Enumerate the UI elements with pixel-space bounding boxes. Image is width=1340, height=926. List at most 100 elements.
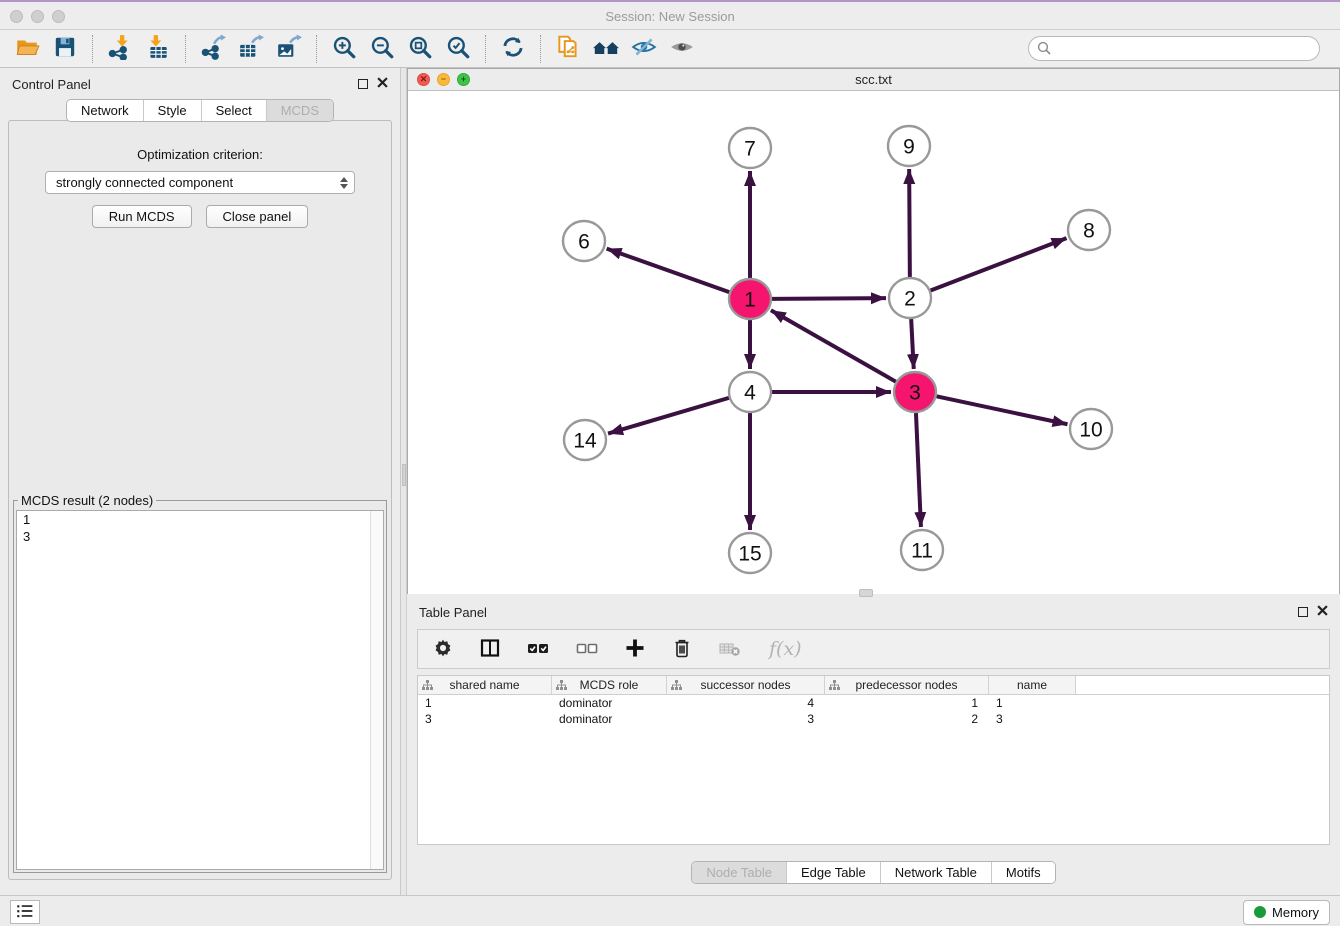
- table-settings-button[interactable]: [432, 637, 454, 662]
- graph-node-15[interactable]: 15: [729, 533, 771, 573]
- add-column-button[interactable]: [624, 637, 646, 662]
- close-table-panel-icon[interactable]: [1317, 603, 1328, 621]
- graph-node-7[interactable]: 7: [729, 128, 771, 168]
- table-cell[interactable]: 3: [418, 711, 552, 727]
- column-layout-button[interactable]: [479, 637, 501, 662]
- tab-style[interactable]: Style: [143, 100, 201, 121]
- graph-node-2[interactable]: 2: [889, 278, 931, 318]
- node-table[interactable]: shared nameMCDS rolesuccessor nodesprede…: [417, 675, 1330, 845]
- graph-edge-2-3[interactable]: [911, 319, 914, 369]
- graph-node-8[interactable]: 8: [1068, 210, 1110, 250]
- export-image-button[interactable]: [272, 34, 306, 64]
- table-cell[interactable]: 1: [825, 695, 989, 711]
- float-panel-icon[interactable]: [358, 79, 368, 89]
- column-header-predecessor-nodes[interactable]: predecessor nodes: [825, 676, 989, 694]
- export-network-button[interactable]: [196, 34, 230, 64]
- column-header-name[interactable]: name: [989, 676, 1076, 694]
- tab-network[interactable]: Network: [67, 100, 143, 121]
- tab-edge-table[interactable]: Edge Table: [786, 862, 880, 883]
- save-session-button[interactable]: [48, 34, 82, 64]
- result-scrollbar[interactable]: [370, 511, 383, 869]
- show-all-button[interactable]: [665, 34, 699, 64]
- run-mcds-button[interactable]: Run MCDS: [92, 205, 192, 228]
- select-all-checks-button[interactable]: [526, 637, 550, 662]
- table-cell[interactable]: 3: [667, 711, 825, 727]
- tab-mcds[interactable]: MCDS: [266, 100, 333, 121]
- float-table-panel-icon[interactable]: [1298, 607, 1308, 617]
- graph-edge-3-10[interactable]: [937, 396, 1068, 424]
- graph-edge-1-2[interactable]: [772, 298, 886, 299]
- table-cell[interactable]: 4: [667, 695, 825, 711]
- graph-edge-4-14[interactable]: [608, 398, 729, 434]
- graph-edge-2-8[interactable]: [931, 238, 1067, 290]
- zoom-selected-button[interactable]: [441, 34, 475, 64]
- column-header-shared-name[interactable]: shared name: [418, 676, 552, 694]
- graph-node-3[interactable]: 3: [894, 372, 936, 412]
- delete-column-button[interactable]: [671, 637, 693, 662]
- network-minimize-button[interactable]: −: [437, 73, 450, 86]
- graph-node-4[interactable]: 4: [729, 372, 771, 412]
- memory-button[interactable]: Memory: [1243, 900, 1330, 925]
- clone-network-button[interactable]: [551, 34, 585, 64]
- vertical-splitter[interactable]: [400, 68, 407, 895]
- import-table-button[interactable]: [141, 34, 175, 64]
- column-header-MCDS-role[interactable]: MCDS role: [552, 676, 667, 694]
- splitter-grip[interactable]: [402, 464, 406, 486]
- graph-edge-2-9[interactable]: [909, 169, 910, 277]
- graph-edge-3-1[interactable]: [771, 310, 896, 381]
- network-maximize-button[interactable]: +: [457, 73, 470, 86]
- mcds-result-text: 1 3: [17, 511, 383, 547]
- search-input[interactable]: [1028, 36, 1320, 61]
- zoom-fit-button[interactable]: [403, 34, 437, 64]
- graph-node-9[interactable]: 9: [888, 126, 930, 166]
- home-view-button[interactable]: [589, 34, 623, 64]
- graph-node-11[interactable]: 11: [901, 530, 943, 570]
- horizontal-splitter-grip[interactable]: [859, 589, 873, 597]
- export-table-button[interactable]: [234, 34, 268, 64]
- close-panel-icon[interactable]: [377, 75, 388, 93]
- graph-node-6[interactable]: 6: [563, 221, 605, 261]
- hide-selected-button[interactable]: [627, 34, 661, 64]
- table-row[interactable]: 1dominator411: [418, 695, 1329, 711]
- zoom-in-icon: [331, 34, 357, 63]
- network-canvas[interactable]: 7 9 6 8 1 2 4 3 14 10 15 11: [408, 91, 1339, 594]
- table-cell[interactable]: 3: [989, 711, 1076, 727]
- graph-node-10[interactable]: 10: [1070, 409, 1112, 449]
- zoom-out-button[interactable]: [365, 34, 399, 64]
- task-history-button[interactable]: [10, 900, 40, 924]
- table-cell[interactable]: 1: [989, 695, 1076, 711]
- tab-network-table[interactable]: Network Table: [880, 862, 991, 883]
- toolbar-separator: [185, 35, 186, 63]
- network-close-button[interactable]: ✕: [417, 73, 430, 86]
- deselect-all-checks-button[interactable]: [575, 637, 599, 662]
- open-session-button[interactable]: [10, 34, 44, 64]
- table-cell[interactable]: 2: [825, 711, 989, 727]
- zoom-in-button[interactable]: [327, 34, 361, 64]
- graph-node-1[interactable]: 1: [729, 279, 771, 319]
- table-cell[interactable]: 1: [418, 695, 552, 711]
- import-network-button[interactable]: [103, 34, 137, 64]
- mcds-result-area[interactable]: 1 3: [16, 510, 384, 870]
- graph-edge-3-11[interactable]: [916, 413, 921, 527]
- column-header-successor-nodes[interactable]: successor nodes: [667, 676, 825, 694]
- home-houses-icon: [592, 34, 620, 63]
- tab-motifs[interactable]: Motifs: [991, 862, 1055, 883]
- table-cell[interactable]: dominator: [552, 695, 667, 711]
- optimization-select[interactable]: strongly connected component: [45, 171, 355, 194]
- zoom-out-icon: [369, 34, 395, 63]
- svg-text:14: 14: [573, 430, 597, 453]
- dropdown-stepper-icon: [340, 177, 348, 189]
- tab-select[interactable]: Select: [201, 100, 266, 121]
- graph-edge-1-6[interactable]: [607, 249, 730, 292]
- table-cell[interactable]: dominator: [552, 711, 667, 727]
- refresh-layout-button[interactable]: [496, 34, 530, 64]
- table-row[interactable]: 3dominator323: [418, 711, 1329, 727]
- network-window-titlebar[interactable]: ✕ − + scc.txt: [408, 69, 1339, 91]
- svg-text:9: 9: [903, 136, 915, 159]
- svg-text:1: 1: [744, 289, 756, 312]
- memory-status-icon: [1254, 906, 1266, 918]
- graph-node-14[interactable]: 14: [564, 420, 606, 460]
- network-view-window: ✕ − + scc.txt 7 9 6 8 1 2 4 3 14 10 15 11: [407, 68, 1340, 594]
- close-panel-button[interactable]: Close panel: [206, 205, 309, 228]
- tab-node-table[interactable]: Node Table: [692, 862, 786, 883]
